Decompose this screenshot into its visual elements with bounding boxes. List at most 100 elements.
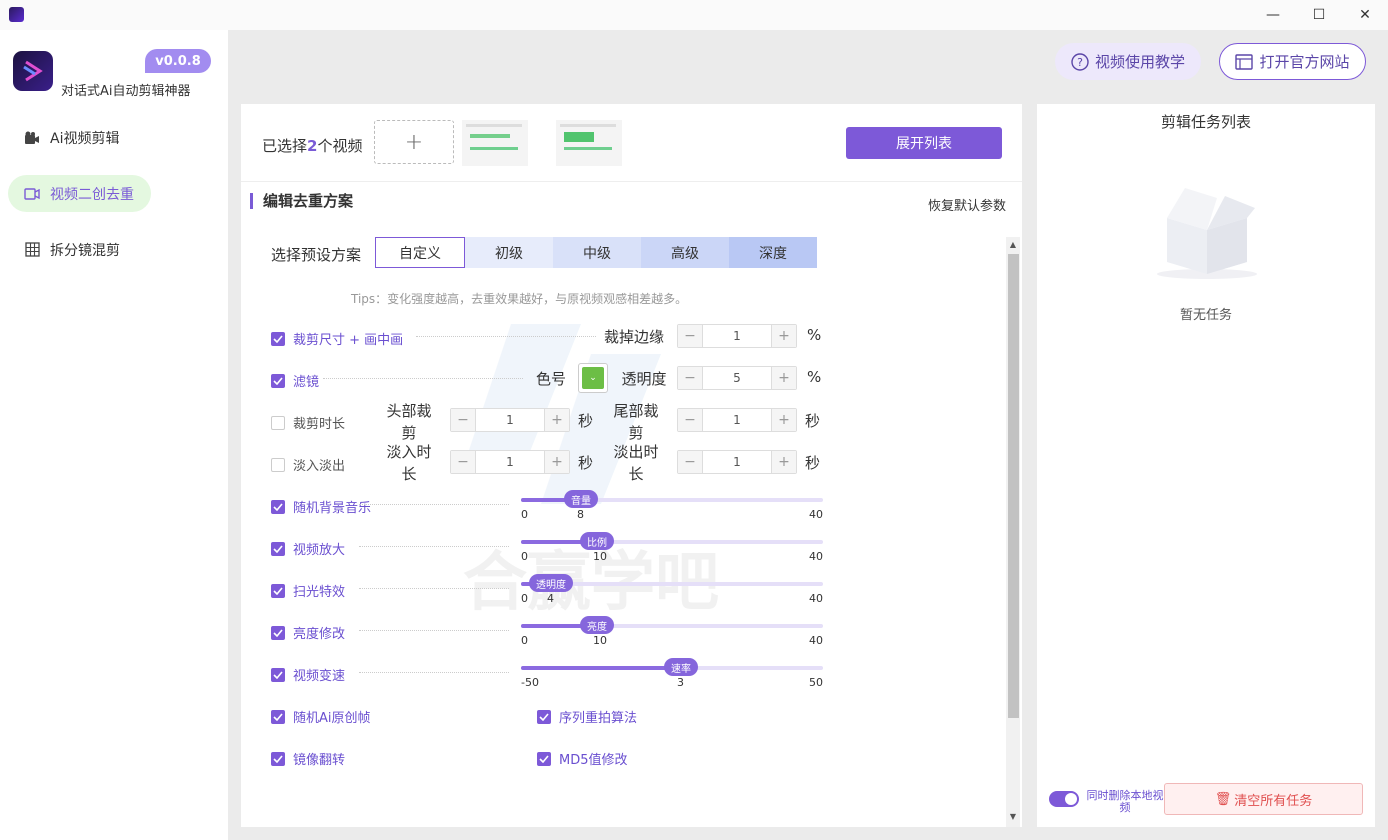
help-icon: ? — [1071, 52, 1089, 71]
checkbox[interactable] — [537, 709, 551, 724]
color-label: 色号 — [535, 370, 566, 388]
scroll-up-icon[interactable]: ▲ — [1007, 240, 1019, 252]
scroll-down-icon[interactable]: ▼ — [1007, 812, 1019, 824]
checkbox[interactable] — [271, 709, 285, 724]
checkbox[interactable] — [271, 499, 285, 514]
option-speed[interactable]: 视频变速 — [271, 665, 345, 684]
slider-knob[interactable]: 亮度 — [580, 616, 614, 634]
slider-knob[interactable]: 音量 — [564, 490, 598, 508]
tutorial-button[interactable]: ? 视频使用教学 — [1055, 43, 1201, 80]
option-mirror-flip[interactable]: 镜像翻转 — [271, 749, 345, 768]
fade-out-label: 淡出时长 — [613, 443, 659, 483]
decrement-icon[interactable]: − — [451, 409, 476, 431]
nav-video-dedupe[interactable]: 视频二创去重 — [8, 175, 151, 212]
divider — [359, 546, 509, 547]
option-random-ai-frame[interactable]: 随机Ai原创帧 — [271, 707, 371, 726]
fade-out-stepper[interactable]: −1 + — [677, 450, 797, 474]
color-picker[interactable]: ⌄ — [578, 363, 608, 393]
crop-edge-unit: % — [807, 326, 822, 344]
increment-icon[interactable]: + — [771, 409, 796, 431]
head-trim-stepper[interactable]: −1 + — [450, 408, 570, 432]
checkbox[interactable] — [271, 541, 285, 556]
maximize-icon[interactable]: ☐ — [1296, 0, 1342, 30]
checkbox[interactable] — [271, 751, 285, 766]
increment-icon[interactable]: + — [771, 367, 796, 389]
option-sweep[interactable]: 扫光特效 — [271, 581, 345, 600]
preset-tab-medium[interactable]: 中级 — [553, 237, 641, 268]
scrollbar-thumb[interactable] — [1008, 254, 1019, 718]
crop-edge-stepper[interactable]: −1 + — [677, 324, 797, 348]
decrement-icon[interactable]: − — [451, 451, 476, 473]
option-brightness[interactable]: 亮度修改 — [271, 623, 345, 642]
crop-checkbox[interactable] — [271, 331, 285, 346]
nav-split-mix[interactable]: 拆分镜混剪 — [8, 231, 151, 268]
preset-label: 选择预设方案 — [271, 246, 362, 264]
fade-in-stepper[interactable]: −1 + — [450, 450, 570, 474]
filter-label: 滤镜 — [293, 375, 320, 390]
sidebar: v0.0.8 对话式Ai自动剪辑神器 Ai视频剪辑 视频二创去重 拆分镜混剪 — [0, 30, 228, 840]
clear-all-tasks-button[interactable]: 🗑 清空所有任务 — [1164, 783, 1363, 815]
minimize-icon[interactable]: — — [1250, 0, 1296, 30]
tail-trim-stepper[interactable]: −1 + — [677, 408, 797, 432]
decrement-icon[interactable]: − — [678, 451, 703, 473]
opacity-stepper[interactable]: −5 + — [677, 366, 797, 390]
trim-checkbox[interactable] — [271, 415, 285, 430]
slider-max: 40 — [809, 592, 823, 605]
app-slogan: 对话式Ai自动剪辑神器 — [61, 84, 191, 99]
slider-knob[interactable]: 透明度 — [529, 574, 573, 592]
checkbox[interactable] — [271, 583, 285, 598]
task-list-panel: 剪辑任务列表 暂无任务 同时删除本地视频 🗑 清空所有任务 — [1037, 104, 1375, 827]
sweep-slider[interactable]: 透明度 — [521, 574, 823, 592]
option-filter[interactable]: 滤镜 — [271, 371, 319, 390]
close-icon[interactable]: ✕ — [1342, 0, 1388, 30]
slider-fill — [521, 666, 681, 670]
trash-icon: 🗑 — [1214, 791, 1232, 807]
preset-tab-advanced[interactable]: 高级 — [641, 237, 729, 268]
option-zoom[interactable]: 视频放大 — [271, 539, 345, 558]
add-video-button[interactable]: + — [374, 120, 454, 164]
checkbox[interactable] — [271, 625, 285, 640]
grid-icon — [24, 242, 40, 258]
decrement-icon[interactable]: − — [678, 409, 703, 431]
fade-checkbox[interactable] — [271, 457, 285, 472]
video-thumbnail[interactable] — [556, 120, 622, 166]
opacity-unit: % — [807, 368, 822, 386]
preset-tab-custom[interactable]: 自定义 — [375, 237, 465, 268]
video-thumbnail[interactable] — [462, 120, 528, 166]
music-slider[interactable]: 音量 — [521, 490, 823, 508]
increment-icon[interactable]: + — [544, 451, 569, 473]
decrement-icon[interactable]: − — [678, 325, 703, 347]
website-button[interactable]: 打开官方网站 — [1219, 43, 1366, 80]
section-title: 编辑去重方案 — [250, 193, 353, 209]
selected-count-text: 已选择2个视频 — [262, 137, 363, 155]
option-sequence-resort[interactable]: 序列重拍算法 — [537, 707, 637, 726]
increment-icon[interactable]: + — [771, 451, 796, 473]
checkbox[interactable] — [537, 751, 551, 766]
head-trim-label: 头部裁剪 — [386, 402, 432, 442]
checkbox[interactable] — [271, 667, 285, 682]
delete-local-toggle[interactable] — [1049, 791, 1079, 807]
option-music[interactable]: 随机背景音乐 — [271, 497, 371, 516]
nav-ai-video-edit[interactable]: Ai视频剪辑 — [8, 119, 151, 156]
decrement-icon[interactable]: − — [678, 367, 703, 389]
tail-trim-unit: 秒 — [805, 412, 821, 430]
zoom-slider[interactable]: 比例 — [521, 532, 823, 550]
video-selection-row: 已选择2个视频 + 展开列表 — [241, 104, 1022, 182]
option-fade[interactable]: 淡入淡出 — [271, 455, 345, 474]
increment-icon[interactable]: + — [771, 325, 796, 347]
empty-box-icon — [1157, 188, 1257, 279]
tutorial-label: 视频使用教学 — [1094, 53, 1185, 71]
filter-checkbox[interactable] — [271, 373, 285, 388]
option-crop[interactable]: 裁剪尺寸 + 画中画 — [271, 329, 403, 348]
slider-knob[interactable]: 速率 — [664, 658, 698, 676]
speed-slider[interactable]: 速率 — [521, 658, 823, 676]
restore-defaults-link[interactable]: 恢复默认参数 — [928, 195, 1006, 214]
brightness-slider[interactable]: 亮度 — [521, 616, 823, 634]
increment-icon[interactable]: + — [544, 409, 569, 431]
preset-tab-deep[interactable]: 深度 — [729, 237, 817, 268]
expand-list-button[interactable]: 展开列表 — [846, 127, 1002, 159]
option-trim[interactable]: 裁剪时长 — [271, 413, 345, 432]
preset-tab-basic[interactable]: 初级 — [465, 237, 553, 268]
option-md5-modify[interactable]: MD5值修改 — [537, 749, 628, 768]
slider-knob[interactable]: 比例 — [580, 532, 614, 550]
